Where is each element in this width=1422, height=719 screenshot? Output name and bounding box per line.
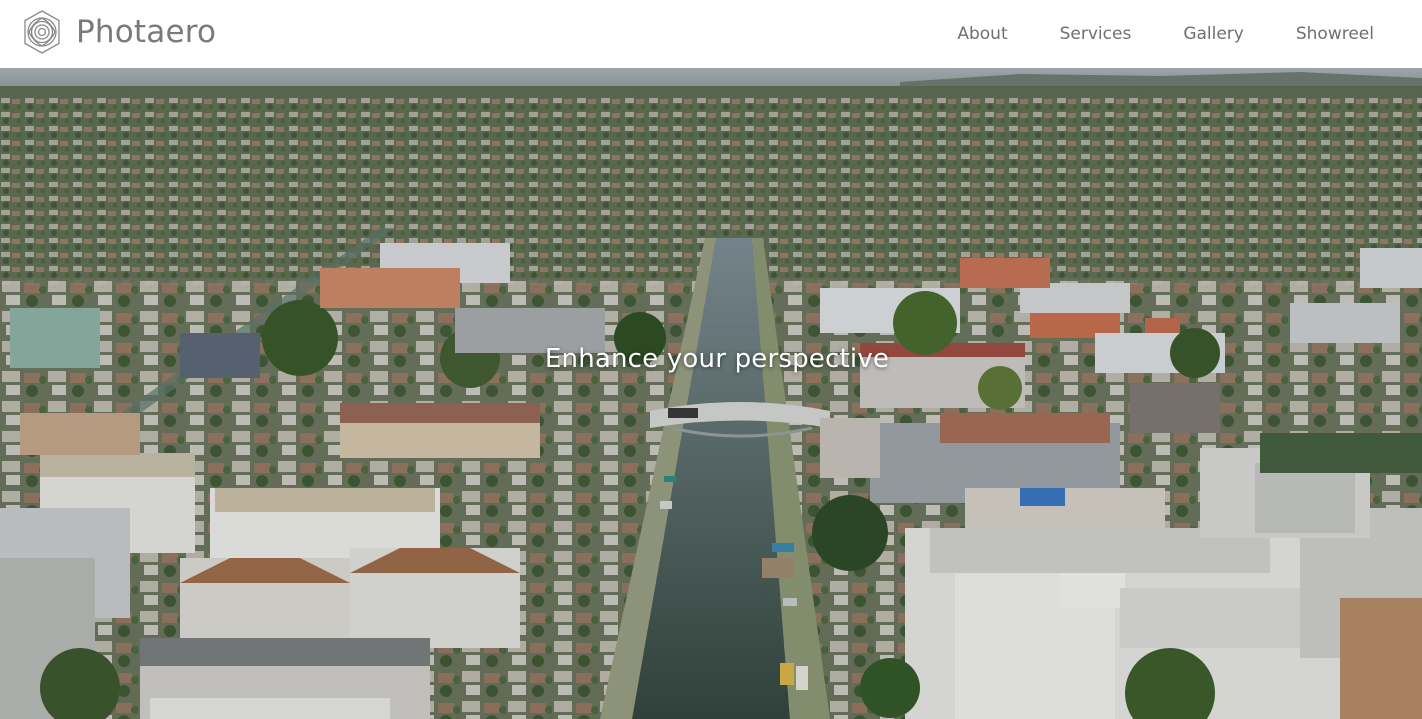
nav-link-showreel[interactable]: Showreel xyxy=(1296,24,1374,44)
site-header: Photaero About Services Gallery Showreel xyxy=(0,0,1422,68)
nav-link-services[interactable]: Services xyxy=(1060,24,1132,44)
brand-home-link[interactable]: Photaero xyxy=(22,9,216,55)
nav-link-about[interactable]: About xyxy=(957,24,1007,44)
nav-link-gallery[interactable]: Gallery xyxy=(1183,24,1244,44)
hero-tagline: Enhance your perspective xyxy=(544,344,890,374)
brand-name: Photaero xyxy=(76,14,217,50)
aperture-logo-icon xyxy=(24,10,60,54)
hero-aerial-photo xyxy=(0,68,1422,719)
main-nav: About Services Gallery Showreel xyxy=(905,0,1374,68)
hero-section: Enhance your perspective xyxy=(0,68,1422,719)
